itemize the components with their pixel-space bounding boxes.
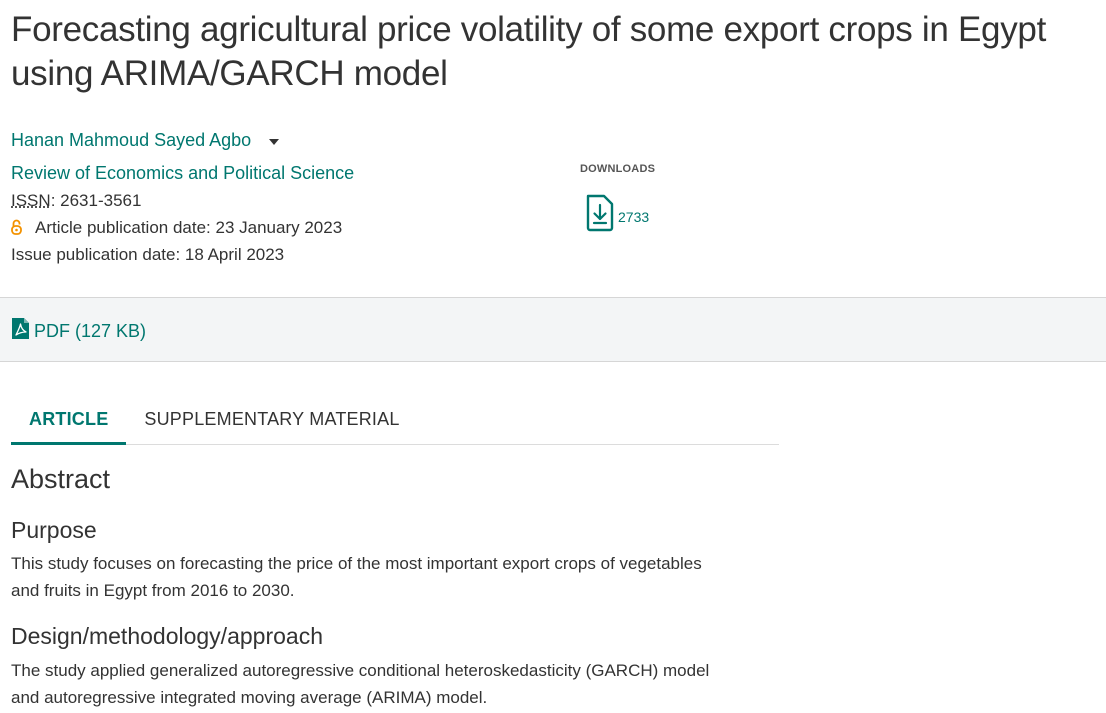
design-methodology-text-line-2: and autoregressive integrated moving ave… xyxy=(11,688,488,707)
download-file-icon xyxy=(585,194,615,237)
purpose-text-line-2: and fruits in Egypt from 2016 to 2030. xyxy=(11,581,295,600)
downloads-label: DOWNLOADS xyxy=(580,163,656,175)
issn-line: ISSN: 2631-3561 xyxy=(11,191,141,211)
article-publication-date: Article publication date: 23 January 202… xyxy=(11,218,342,240)
tab-article[interactable]: ARTICLE xyxy=(11,398,127,445)
article-tabs: ARTICLE SUPPLEMENTARY MATERIAL xyxy=(11,398,779,445)
journal-link[interactable]: Review of Economics and Political Scienc… xyxy=(11,163,354,184)
pdf-download-link[interactable]: PDF (127 KB) xyxy=(11,317,146,345)
abstract-heading: Abstract xyxy=(11,464,111,494)
pdf-download-bar: PDF (127 KB) xyxy=(0,297,1106,362)
design-methodology-text-line-1: The study applied generalized autoregres… xyxy=(11,661,710,680)
pdf-icon xyxy=(11,317,30,345)
design-methodology-heading: Design/methodology/approach xyxy=(11,623,323,649)
tab-supplementary-material[interactable]: SUPPLEMENTARY MATERIAL xyxy=(126,398,417,445)
issn-label: ISSN xyxy=(11,191,51,210)
purpose-text: This study focuses on forecasting the pr… xyxy=(11,550,771,604)
article-title: Forecasting agricultural price volatilit… xyxy=(11,10,1046,93)
article-publication-date-text: Article publication date: 23 January 202… xyxy=(35,218,343,237)
open-access-lock-icon xyxy=(11,219,25,240)
issue-publication-date: Issue publication date: 18 April 2023 xyxy=(11,245,285,264)
chevron-down-icon[interactable] xyxy=(269,138,280,145)
purpose-heading: Purpose xyxy=(11,517,97,543)
issn-value: : 2631-3561 xyxy=(50,191,142,210)
design-methodology-text: The study applied generalized autoregres… xyxy=(11,657,771,711)
downloads-metric[interactable]: 2733 xyxy=(585,194,649,237)
pdf-link-label: PDF (127 KB) xyxy=(34,320,147,341)
downloads-count: 2733 xyxy=(618,209,650,225)
purpose-text-line-1: This study focuses on forecasting the pr… xyxy=(11,554,702,573)
author-link[interactable]: Hanan Mahmoud Sayed Agbo xyxy=(11,130,251,151)
author-row: Hanan Mahmoud Sayed Agbo xyxy=(11,128,280,152)
